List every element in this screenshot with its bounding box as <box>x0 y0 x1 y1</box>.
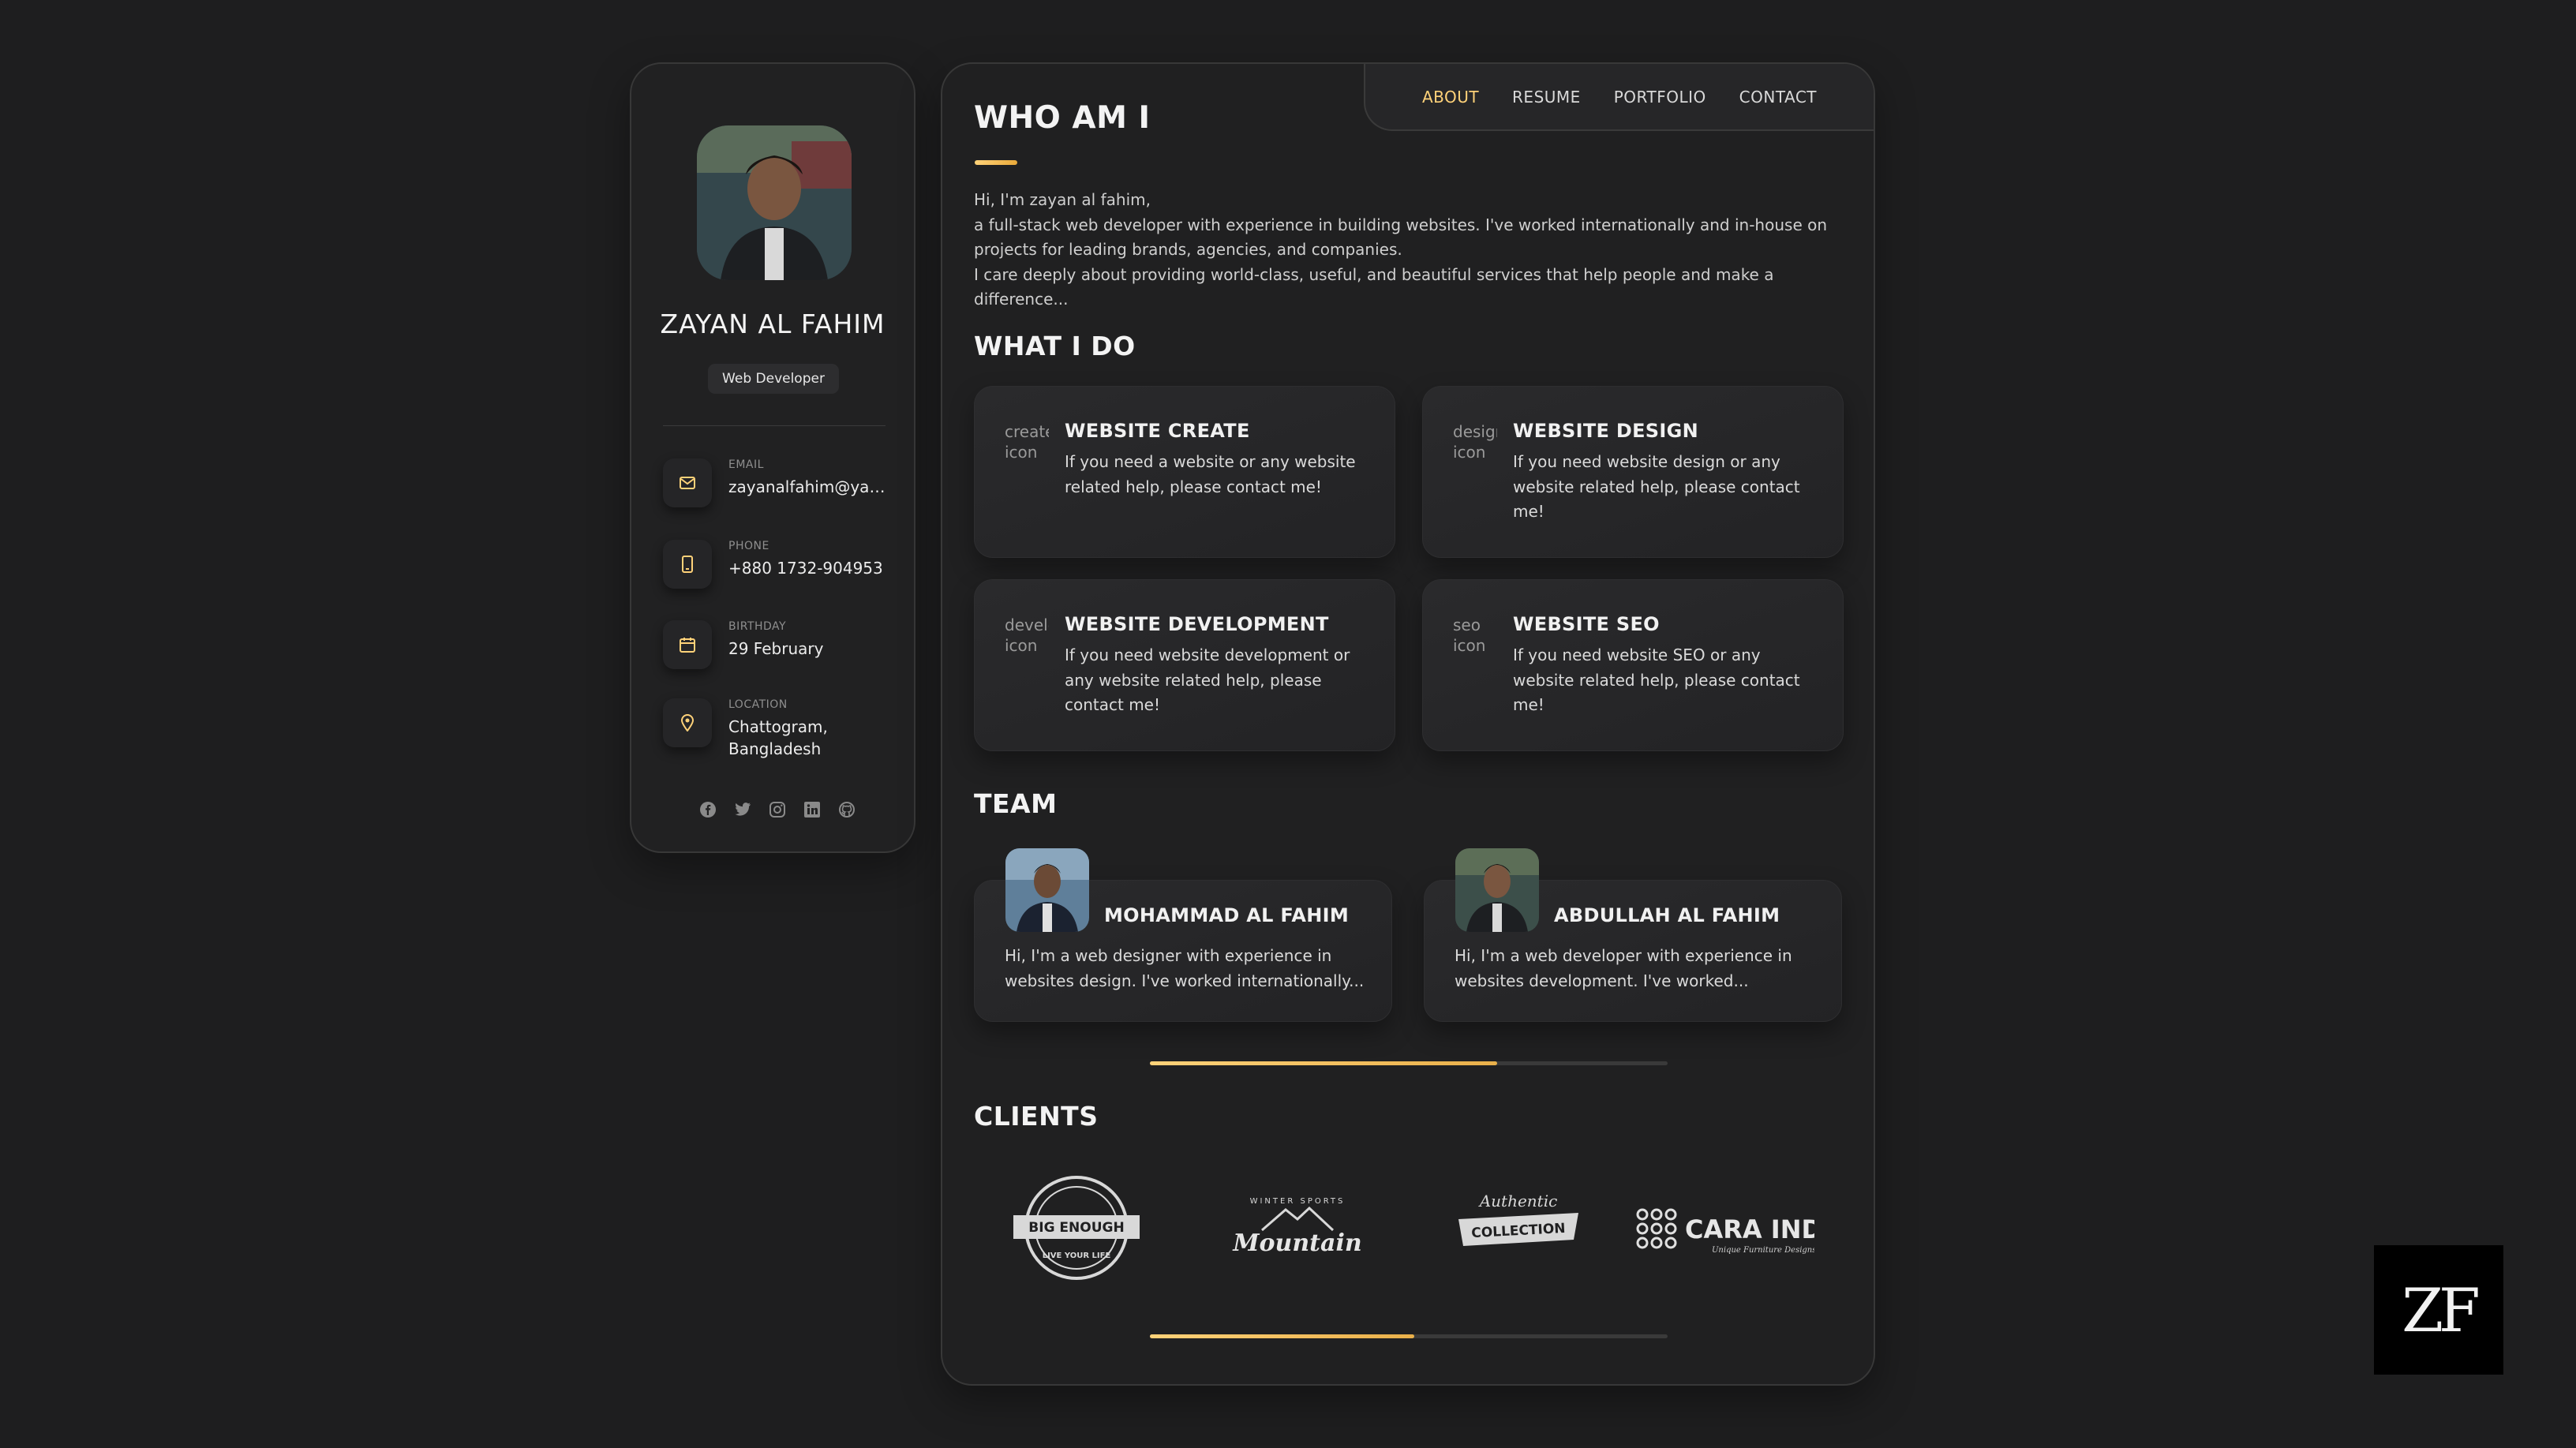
logo-text: BIG ENOUGH <box>1028 1220 1124 1236</box>
about-line: a full-stack web developer with experien… <box>974 215 1828 260</box>
service-text: If you need website SEO or any website r… <box>1513 645 1800 714</box>
nav-about[interactable]: ABOUT <box>1422 88 1479 107</box>
team-member-text: Hi, I'm a web designer with experience i… <box>1005 946 1365 990</box>
client-logo-big-enough[interactable]: BIG ENOUGH LIVE YOUR LIFE <box>974 1169 1179 1287</box>
about-line: I care deeply about providing world-clas… <box>974 264 1774 309</box>
clients-slider-thumb[interactable] <box>1150 1334 1414 1338</box>
logo-subtext: Authentic <box>1478 1192 1558 1210</box>
top-navbar: ABOUT RESUME PORTFOLIO CONTACT <box>1364 64 1874 131</box>
team-avatar <box>1455 848 1539 932</box>
brand-logo-text: ZF <box>2402 1274 2481 1345</box>
phone-icon <box>663 540 712 589</box>
team-avatar <box>1005 848 1089 932</box>
twitter-icon[interactable] <box>732 799 753 820</box>
nav-contact[interactable]: CONTACT <box>1739 88 1817 107</box>
profile-avatar <box>697 125 852 280</box>
nav-resume[interactable]: RESUME <box>1512 88 1581 107</box>
client-logo-cara-indoors[interactable]: CARA INDOORS Unique Furniture Designs <box>1621 1169 1826 1287</box>
logo-text: CARA INDOORS <box>1685 1214 1814 1244</box>
service-card: design icon WEBSITE DESIGN If you need w… <box>1422 386 1844 558</box>
contact-label: EMAIL <box>728 458 764 471</box>
contact-label: PHONE <box>728 540 769 552</box>
main-panel: ABOUT RESUME PORTFOLIO CONTACT WHO AM I … <box>941 62 1875 1386</box>
facebook-icon[interactable] <box>698 799 718 820</box>
calendar-icon <box>663 620 712 669</box>
team-heading: TEAM <box>974 788 1058 819</box>
team-member-text: Hi, I'm a web developer with experience … <box>1455 946 1792 990</box>
about-text: Hi, I'm zayan al fahim, a full-stack web… <box>974 188 1850 312</box>
sidebar-divider <box>663 425 886 426</box>
contact-phone: PHONE +880 1732-904953 <box>663 540 900 603</box>
title-underline <box>975 160 1017 165</box>
service-title: WEBSITE DESIGN <box>1513 420 1699 442</box>
location-value: Chattogram, Bangladesh <box>728 717 828 758</box>
location-icon <box>663 698 712 747</box>
service-title: WEBSITE CREATE <box>1065 420 1250 442</box>
contact-label: BIRTHDAY <box>728 620 787 633</box>
team-member-name: MOHAMMAD AL FAHIM <box>1104 904 1349 926</box>
clients-heading: CLIENTS <box>974 1101 1099 1132</box>
email-link[interactable]: zayanalfahim@yahoo.com <box>728 476 894 498</box>
client-logo-collection[interactable]: Authentic COLLECTION <box>1416 1169 1621 1287</box>
logo-subtext: Unique Furniture Designs <box>1712 1246 1814 1255</box>
service-card: create icon WEBSITE CREATE If you need a… <box>974 386 1395 558</box>
contact-location: LOCATION Chattogram, Bangladesh <box>663 698 900 761</box>
phone-link[interactable]: +880 1732-904953 <box>728 557 894 579</box>
brand-logo[interactable]: ZF <box>2374 1245 2503 1375</box>
service-card: seo icon WEBSITE SEO If you need website… <box>1422 579 1844 751</box>
profile-name: ZAYAN AL FAHIM <box>660 309 886 339</box>
contact-label: LOCATION <box>728 698 788 711</box>
linkedin-icon[interactable] <box>802 799 822 820</box>
design-icon: design icon <box>1453 422 1497 462</box>
team-member-name: ABDULLAH AL FAHIM <box>1554 904 1780 926</box>
social-links <box>698 799 857 820</box>
birthday-value: 29 February <box>728 639 824 658</box>
team-slider-track[interactable] <box>1150 1061 1668 1065</box>
logo-subtext: LIVE YOUR LIFE <box>1043 1252 1111 1260</box>
instagram-icon[interactable] <box>767 799 788 820</box>
services-heading: WHAT I DO <box>974 331 1136 361</box>
logo-text: Mountain <box>1232 1229 1361 1257</box>
role-badge: Web Developer <box>708 364 839 394</box>
service-text: If you need a website or any website rel… <box>1065 452 1356 496</box>
mail-icon <box>663 458 712 507</box>
nav-portfolio[interactable]: PORTFOLIO <box>1614 88 1706 107</box>
seo-icon: seo icon <box>1453 615 1486 655</box>
development-icon: development icon <box>1005 615 1049 655</box>
page-title: WHO AM I <box>974 100 1151 136</box>
service-text: If you need website design or any websit… <box>1513 452 1800 521</box>
service-title: WEBSITE SEO <box>1513 613 1660 635</box>
contact-birthday: BIRTHDAY 29 February <box>663 620 900 683</box>
service-card: development icon WEBSITE DEVELOPMENT If … <box>974 579 1395 751</box>
clients-slider-track[interactable] <box>1150 1334 1668 1338</box>
team-slider-thumb[interactable] <box>1150 1061 1497 1065</box>
profile-sidebar: ZAYAN AL FAHIM Web Developer EMAIL zayan… <box>630 62 915 853</box>
logo-subtext: WINTER SPORTS <box>1250 1197 1346 1206</box>
service-title: WEBSITE DEVELOPMENT <box>1065 613 1329 635</box>
contact-email: EMAIL zayanalfahim@yahoo.com <box>663 458 900 522</box>
service-text: If you need website development or any w… <box>1065 645 1350 714</box>
create-icon: create icon <box>1005 422 1049 462</box>
client-logo-mountain[interactable]: WINTER SPORTS Mountain <box>1195 1169 1400 1287</box>
about-line: Hi, I'm zayan al fahim, <box>974 190 1151 209</box>
github-icon[interactable] <box>837 799 857 820</box>
